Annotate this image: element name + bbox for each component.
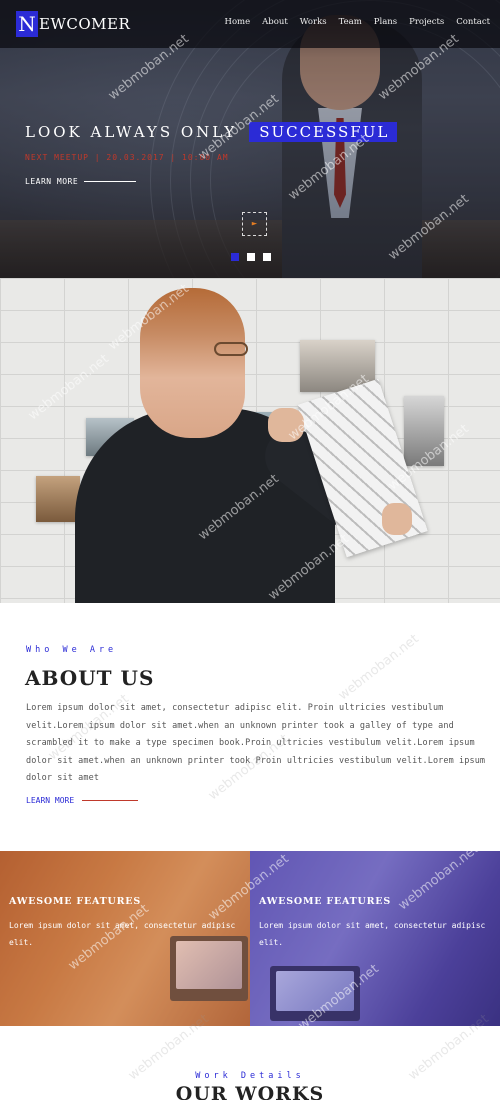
wall-photo [36, 476, 80, 522]
hero-title-highlight: SUCCESSFUL [249, 122, 398, 142]
feature-card-left: AWESOME FEATURES Lorem ipsum dolor sit a… [0, 851, 250, 1026]
slider-dot-3[interactable] [263, 253, 271, 261]
site-logo[interactable]: N EWCOMER [16, 11, 130, 37]
hero-meetup-info: NEXT MEETUP | 20.03.2017 | 10:00 AM [25, 153, 229, 162]
slider-dot-1[interactable] [231, 253, 239, 261]
slider-dots [231, 253, 271, 261]
play-icon: ► [251, 219, 258, 229]
nav-item-works[interactable]: Works [300, 17, 327, 27]
man-glasses [214, 342, 248, 356]
works-title: OUR WORKS [175, 1083, 325, 1100]
nav-item-plans[interactable]: Plans [374, 17, 397, 27]
about-learn-more-link[interactable]: LEARN MORE [26, 796, 139, 805]
hero-slider: N EWCOMER Home About Works Team Plans Pr… [0, 0, 500, 278]
logo-initial: N [16, 11, 38, 37]
works-subtitle: Work Details [195, 1071, 305, 1081]
top-navbar: N EWCOMER Home About Works Team Plans Pr… [0, 0, 500, 48]
nav-item-projects[interactable]: Projects [409, 17, 444, 27]
about-paragraph: Lorem ipsum dolor sit amet, consectetur … [26, 703, 486, 783]
hero-learn-more-link[interactable]: LEARN MORE [25, 177, 137, 186]
nav-item-home[interactable]: Home [225, 17, 251, 27]
hero-learn-more-label: LEARN MORE [25, 177, 79, 186]
wall-photo-statue [404, 396, 444, 466]
hero-title: LOOK ALWAYS ONLY SUCCESSFUL [25, 122, 398, 142]
about-learn-more-line [82, 800, 139, 801]
watermark: webmoban.net [335, 631, 422, 704]
nav-item-team[interactable]: Team [339, 17, 362, 27]
man-hand [382, 503, 412, 535]
slider-dot-2[interactable] [247, 253, 255, 261]
about-photo [0, 278, 500, 603]
about-learn-more-label: LEARN MORE [26, 796, 75, 805]
logo-text: EWCOMER [39, 15, 131, 33]
feature-text: Lorem ipsum dolor sit amet, consectetur … [9, 921, 236, 947]
nav-item-contact[interactable]: Contact [456, 17, 490, 27]
man-head [140, 288, 245, 438]
feature-title: AWESOME FEATURES [259, 896, 391, 907]
feature-title: AWESOME FEATURES [9, 896, 141, 907]
feature-card-right: AWESOME FEATURES Lorem ipsum dolor sit a… [250, 851, 500, 1026]
feature-text: Lorem ipsum dolor sit amet, consectetur … [259, 921, 486, 947]
main-menu: Home About Works Team Plans Projects Con… [213, 17, 490, 27]
nav-item-about[interactable]: About [262, 17, 288, 27]
hero-title-text: LOOK ALWAYS ONLY [25, 123, 238, 141]
hero-learn-more-line [84, 181, 137, 182]
man-hand [268, 408, 304, 442]
about-title: ABOUT US [25, 666, 155, 690]
about-subtitle: Who We Are [26, 645, 118, 655]
play-button[interactable]: ► [242, 212, 267, 236]
